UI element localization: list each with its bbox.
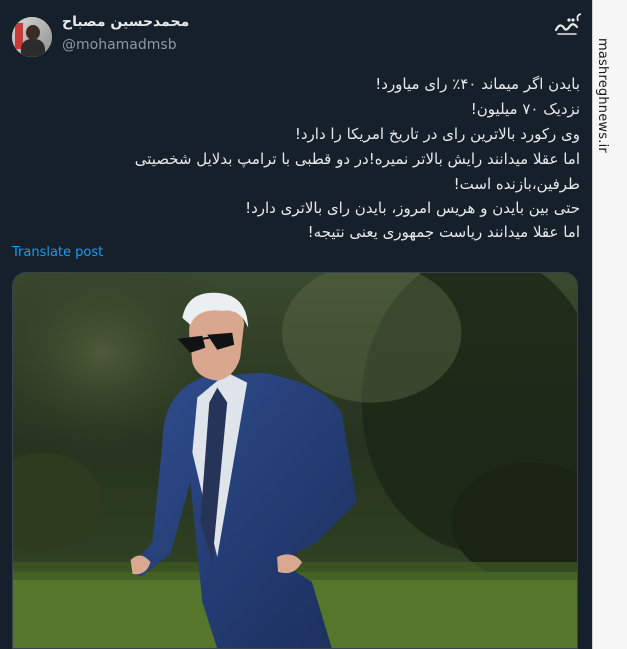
tweet-text-line: بایدن اگر میماند ۴۰٪ رای میاورد! [375,75,580,93]
translate-post-link[interactable]: Translate post [12,245,103,260]
tweet-text-line: اما عقلا میدانند رایش بالاتر نمیره!در دو… [134,150,580,168]
tweet-text-line: طرفین،بازنده است! [453,175,580,193]
tweet-text-line: اما عقلا میدانند ریاست جمهوری یعنی نتیجه… [307,223,580,241]
tweet-media-photo[interactable] [12,272,578,649]
tweet-text-line: نزدیک ۷۰ میلیون! [470,100,580,118]
tweet-text-line: وی رکورد بالاترین رای در تاریخ امریکا را… [294,125,580,143]
tweet-text-line: حتی بین بایدن و هریس امروز، بایدن رای با… [245,199,580,217]
avatar[interactable] [12,17,52,57]
photo-of-man-in-suit-and-sunglasses [13,273,577,648]
author-handle[interactable]: @mohamadmsb [62,37,177,53]
tweet-card: محمدحسین مصباح @mohamadmsb بایدن اگر میم… [0,0,592,649]
watermark-sidebar: mashreghnews.ir [592,0,627,649]
watermark-text: mashreghnews.ir [595,38,610,153]
mashregh-logo-icon [554,13,582,35]
author-display-name[interactable]: محمدحسین مصباح [62,14,189,30]
